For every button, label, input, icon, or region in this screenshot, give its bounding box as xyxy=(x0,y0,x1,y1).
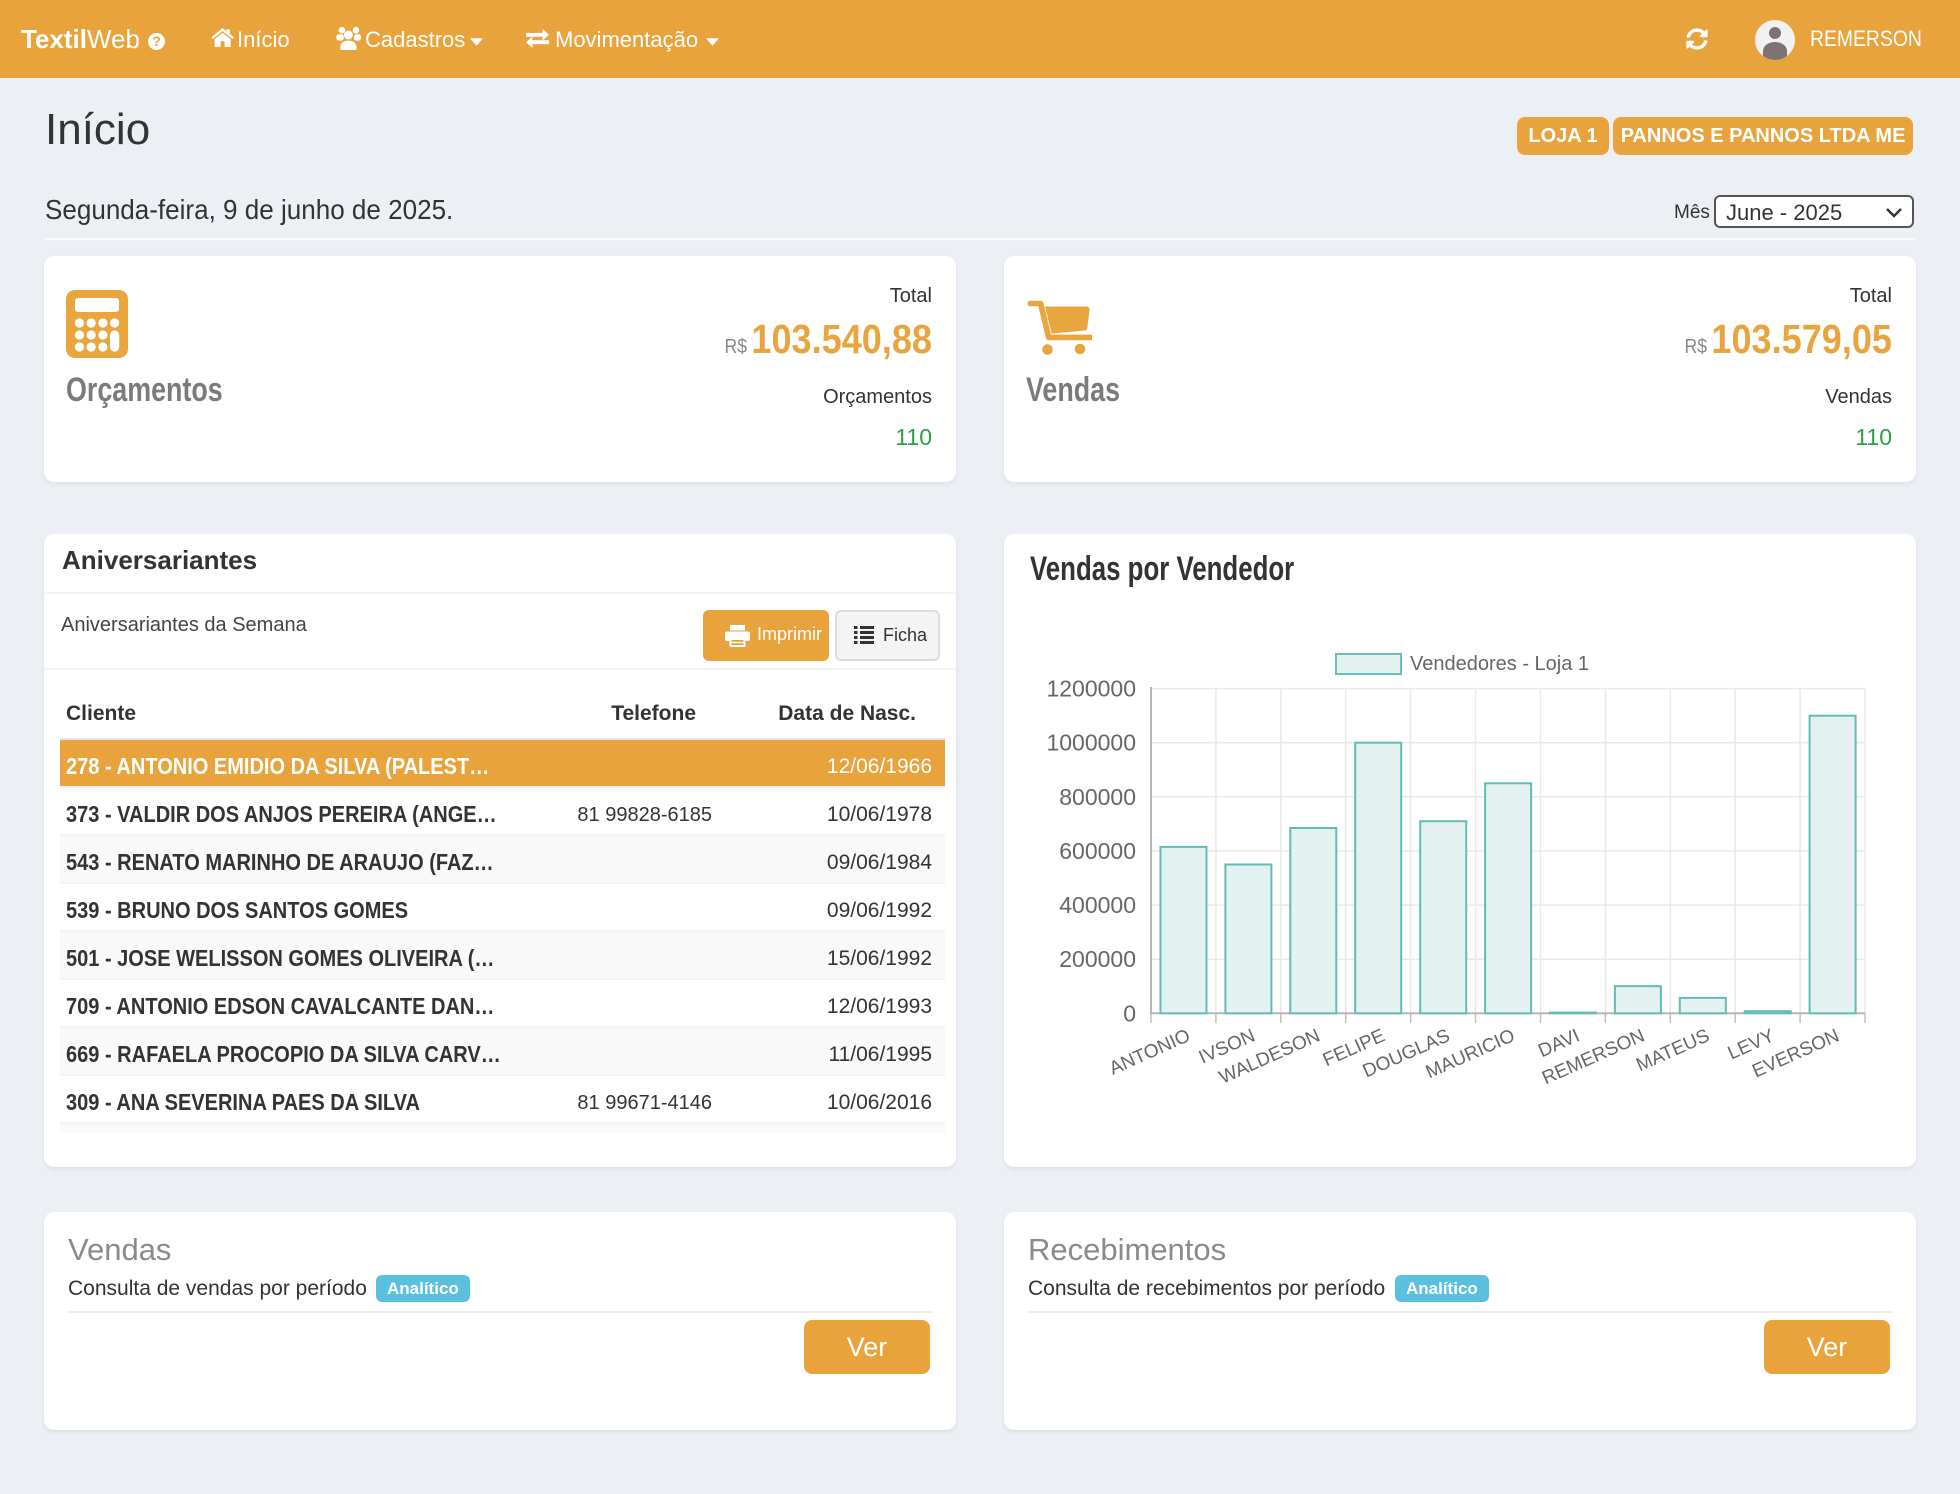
svg-text:Vendedores - Loja 1: Vendedores - Loja 1 xyxy=(1410,653,1589,675)
svg-text:0: 0 xyxy=(1123,1000,1136,1026)
svg-text:ANTONIO: ANTONIO xyxy=(1106,1025,1193,1079)
svg-text:1200000: 1200000 xyxy=(1046,676,1136,702)
svg-text:400000: 400000 xyxy=(1059,892,1136,918)
svg-text:MATEUS: MATEUS xyxy=(1633,1025,1713,1076)
svg-text:600000: 600000 xyxy=(1059,838,1136,864)
svg-text:800000: 800000 xyxy=(1059,784,1136,810)
svg-text:1000000: 1000000 xyxy=(1046,730,1136,756)
svg-text:200000: 200000 xyxy=(1059,946,1136,972)
